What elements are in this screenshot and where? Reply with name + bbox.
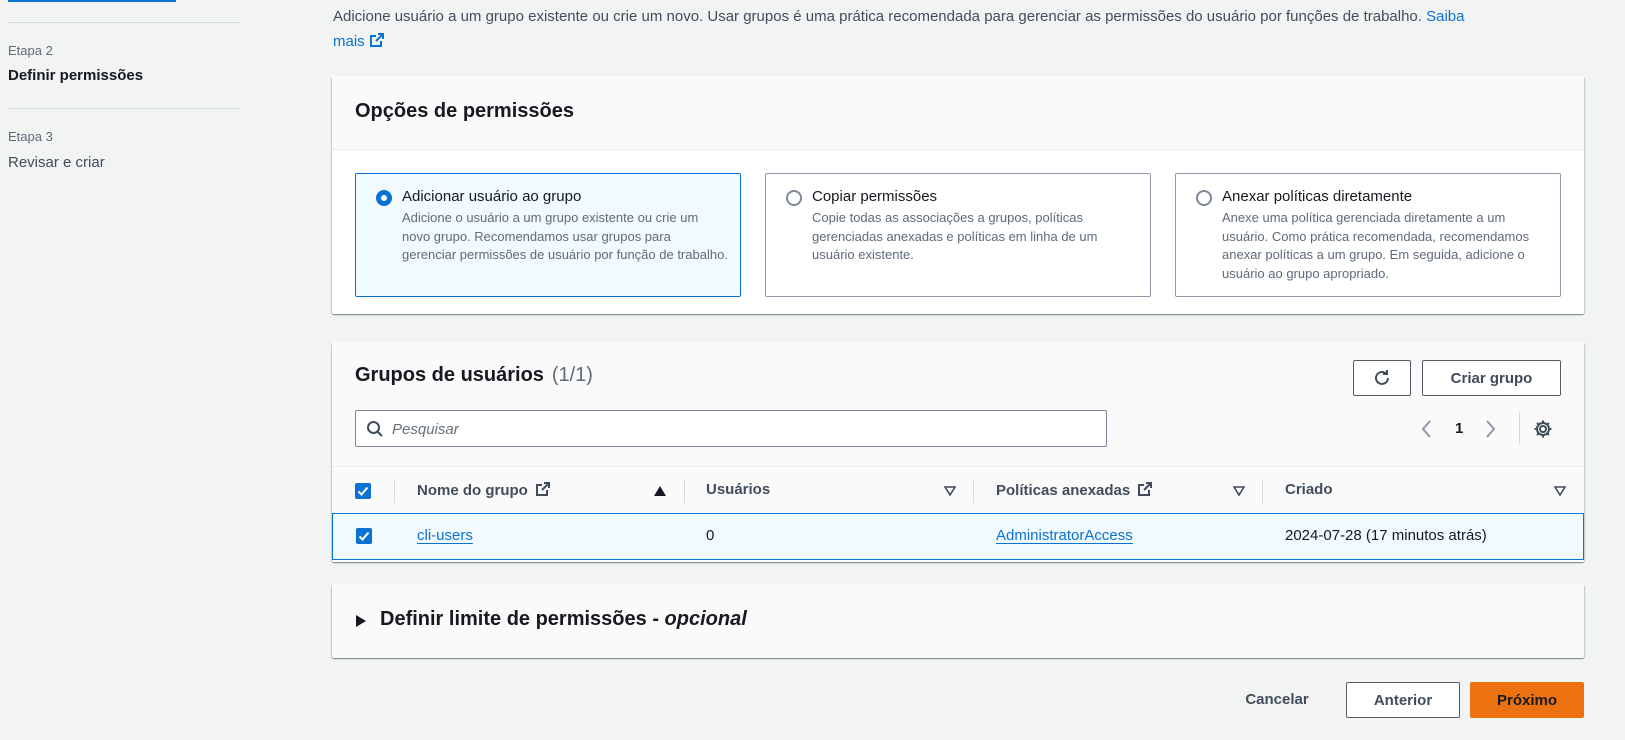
caret-right-icon[interactable] <box>356 615 366 627</box>
column-separator <box>684 479 685 503</box>
external-link-icon <box>369 33 384 47</box>
table-row[interactable]: cli-users 0 AdministratorAccess 2024-07-… <box>332 513 1584 560</box>
panel-title: Opções de permissões <box>355 100 574 122</box>
group-name-link[interactable]: cli-users <box>417 527 473 544</box>
step-divider <box>8 22 240 23</box>
column-separator <box>973 479 974 503</box>
column-header-attached-policies[interactable]: Políticas anexadas <box>996 481 1153 499</box>
option-title: Anexar políticas diretamente <box>1222 188 1413 205</box>
sort-icon[interactable] <box>944 486 956 496</box>
column-separator <box>1262 479 1263 503</box>
optional-label: opcional <box>664 608 747 630</box>
previous-button[interactable]: Anterior <box>1346 682 1460 718</box>
step-3-label: Etapa 3 <box>8 129 53 144</box>
column-separator <box>394 479 395 503</box>
pagination-divider <box>1519 412 1520 444</box>
cancel-button[interactable]: Cancelar <box>1232 681 1322 717</box>
sort-icon[interactable] <box>1233 486 1245 496</box>
panel-title: Grupos de usuários <box>355 364 544 386</box>
step-divider <box>8 108 240 109</box>
boundary-title[interactable]: Definir limite de permissões - opcional <box>380 608 747 631</box>
option-copy-permissions[interactable]: Copiar permissões Copie todas as associa… <box>765 173 1151 297</box>
user-groups-panel: Grupos de usuários (1/1) Criar grupo 1 N… <box>332 342 1584 562</box>
option-description: Copie todas as associações a grupos, pol… <box>812 210 1098 262</box>
panel-header: Grupos de usuários (1/1) Criar grupo 1 <box>332 342 1584 466</box>
cell-group-name: cli-users <box>417 527 473 544</box>
refresh-icon <box>1375 370 1389 385</box>
panel-header: Opções de permissões <box>332 76 1584 150</box>
settings-gear-icon[interactable] <box>1533 419 1553 439</box>
refresh-button[interactable] <box>1353 360 1411 396</box>
column-header-users[interactable]: Usuários <box>706 481 770 498</box>
policy-link[interactable]: AdministratorAccess <box>996 527 1133 544</box>
row-checkbox[interactable] <box>356 528 372 544</box>
column-header-created[interactable]: Criado <box>1285 481 1333 498</box>
check-icon <box>358 531 370 541</box>
step-2-name[interactable]: Definir permissões <box>8 67 143 84</box>
option-description: Adicione o usuário a um grupo existente … <box>402 210 728 262</box>
intro-text: Adicione usuário a um grupo existente ou… <box>333 8 1422 25</box>
external-link-icon <box>536 482 550 496</box>
option-attach-policies[interactable]: Anexar políticas diretamente Anexe uma p… <box>1175 173 1561 297</box>
option-description: Anexe uma política gerenciada diretament… <box>1222 210 1530 281</box>
select-all-checkbox[interactable] <box>355 483 371 499</box>
previous-step-indicator <box>8 0 176 2</box>
step-2-label: Etapa 2 <box>8 43 53 58</box>
create-group-button[interactable]: Criar grupo <box>1422 360 1561 396</box>
option-add-to-group[interactable]: Adicionar usuário ao grupo Adicione o us… <box>355 173 741 297</box>
option-title: Adicionar usuário ao grupo <box>402 188 582 205</box>
next-button[interactable]: Próximo <box>1470 682 1584 718</box>
column-header-group-name[interactable]: Nome do grupo <box>417 481 551 499</box>
table-header-row: Nome do grupo Usuários Políticas anexada… <box>332 466 1584 513</box>
page-number[interactable]: 1 <box>1455 420 1463 437</box>
permission-options-panel: Opções de permissões Adicionar usuário a… <box>332 76 1584 314</box>
radio-button[interactable] <box>786 190 802 206</box>
panel-heading: Grupos de usuários (1/1) <box>355 364 593 387</box>
chevron-right-icon[interactable] <box>1483 419 1497 439</box>
search-icon <box>367 421 383 437</box>
search-field[interactable] <box>355 410 1107 447</box>
search-input[interactable] <box>392 419 1092 439</box>
sort-ascending-icon[interactable] <box>654 486 666 496</box>
option-title: Copiar permissões <box>812 188 938 205</box>
cell-users: 0 <box>706 527 715 544</box>
step-3-name[interactable]: Revisar e criar <box>8 154 105 171</box>
cell-policies: AdministratorAccess <box>996 527 1133 544</box>
sort-icon[interactable] <box>1554 486 1566 496</box>
external-link-icon <box>1138 482 1153 496</box>
radio-button[interactable] <box>376 190 392 206</box>
chevron-left-icon[interactable] <box>1420 419 1434 439</box>
check-icon <box>357 486 369 496</box>
permissions-boundary-panel[interactable]: Definir limite de permissões - opcional <box>332 584 1584 658</box>
selection-count: (1/1) <box>551 364 593 386</box>
radio-button[interactable] <box>1196 190 1212 206</box>
intro-description: Adicione usuário a um grupo existente ou… <box>333 4 1573 54</box>
cell-created: 2024-07-28 (17 minutos atrás) <box>1285 527 1487 544</box>
